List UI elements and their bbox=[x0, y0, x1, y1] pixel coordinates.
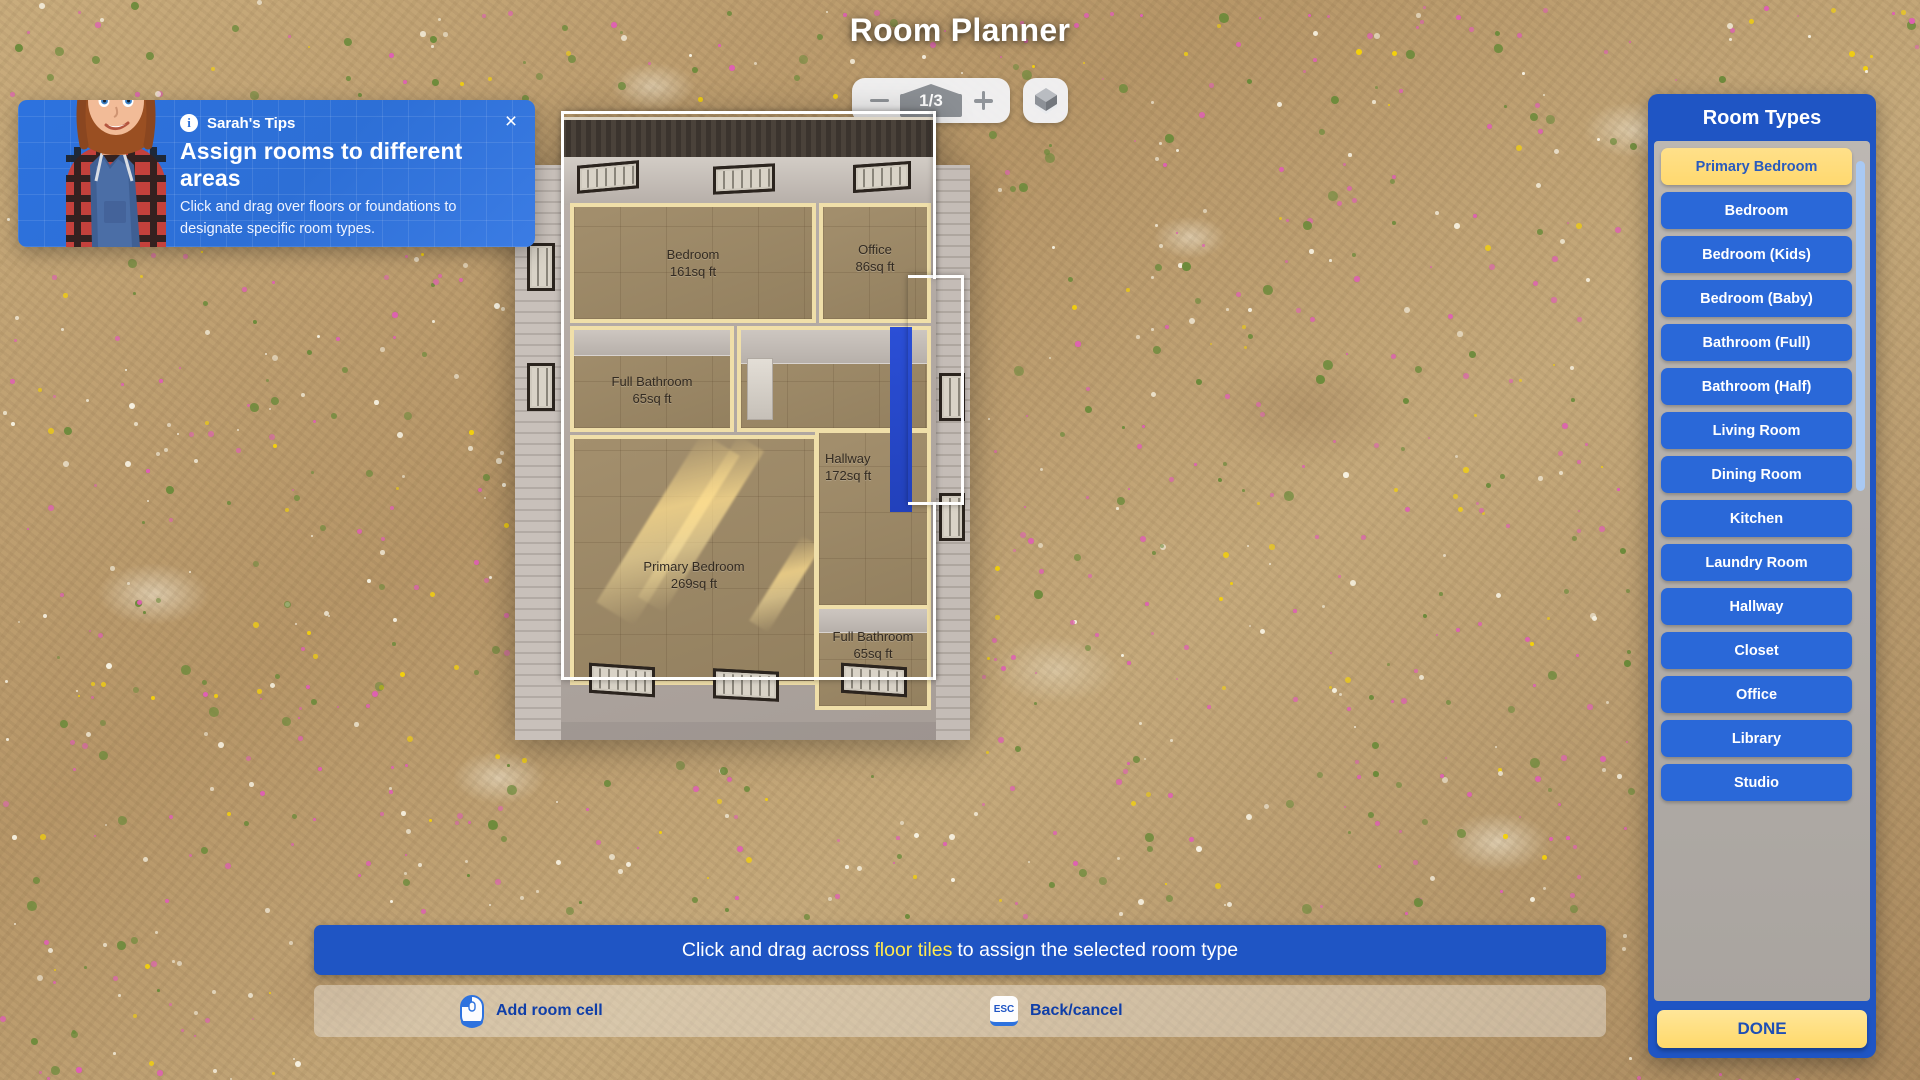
room-type-item[interactable]: Bathroom (Full) bbox=[1661, 324, 1852, 361]
room-type-item[interactable]: Bedroom (Baby) bbox=[1661, 280, 1852, 317]
room-type-item[interactable]: Living Room bbox=[1661, 412, 1852, 449]
room-bedroom[interactable]: Bedroom 161sq ft bbox=[570, 203, 816, 323]
room-type-item[interactable]: Laundry Room bbox=[1661, 544, 1852, 581]
room-bedroom-name: Bedroom bbox=[666, 247, 720, 262]
room-full-bathroom-lower-area: 65sq ft bbox=[853, 646, 893, 661]
floor-increase-button[interactable] bbox=[968, 86, 998, 116]
window-left-2 bbox=[527, 363, 555, 411]
room-full-bathroom-upper-area: 65sq ft bbox=[632, 391, 672, 406]
mouse-left-click-icon bbox=[460, 994, 484, 1028]
exterior-wall-right bbox=[936, 165, 970, 740]
tips-title: Assign rooms to different areas bbox=[180, 138, 463, 191]
room-types-title: Room Types bbox=[1702, 107, 1822, 129]
keyboard-key-icon: ESC bbox=[990, 996, 1018, 1026]
window-top-2 bbox=[713, 163, 775, 195]
hint-back-cancel-label: Back/cancel bbox=[1030, 1002, 1123, 1019]
instruction-bar: Click and drag across floor tiles to ass… bbox=[314, 925, 1606, 975]
done-button[interactable]: DONE bbox=[1657, 1010, 1867, 1048]
room-type-item[interactable]: Dining Room bbox=[1661, 456, 1852, 493]
tips-header: i Sarah's Tips bbox=[180, 114, 521, 132]
tips-panel: i Sarah's Tips Assign rooms to different… bbox=[18, 100, 535, 247]
window-bottom-1 bbox=[589, 662, 655, 698]
tips-kicker: Sarah's Tips bbox=[207, 114, 296, 132]
tips-description: Click and drag over floors or foundation… bbox=[180, 199, 457, 237]
floor-plan[interactable]: Bedroom 161sq ft Office 86sq ft Full Bat… bbox=[515, 105, 970, 740]
window-bottom-2 bbox=[713, 668, 779, 702]
minus-icon bbox=[869, 98, 889, 103]
room-type-item[interactable]: Primary Bedroom bbox=[1661, 148, 1852, 185]
close-icon[interactable]: × bbox=[499, 110, 523, 134]
room-primary-bedroom-area: 269sq ft bbox=[670, 576, 718, 591]
room-hallway-right[interactable]: Hallway 172sq ft bbox=[815, 429, 931, 609]
room-type-item[interactable]: Bathroom (Half) bbox=[1661, 368, 1852, 405]
hint-add-room-cell-label: Add room cell bbox=[496, 1002, 603, 1019]
instruction-highlight: floor tiles bbox=[874, 938, 953, 961]
scrollbar-thumb[interactable] bbox=[1856, 161, 1865, 491]
tips-content: i Sarah's Tips Assign rooms to different… bbox=[180, 110, 521, 247]
info-icon: i bbox=[180, 114, 198, 132]
room-type-item[interactable]: Kitchen bbox=[1661, 500, 1852, 537]
room-office-name: Office bbox=[858, 242, 892, 257]
room-types-list-container: Primary Bedroom Bedroom Bedroom (Kids) Bedr… bbox=[1654, 141, 1870, 1001]
window-top-3 bbox=[853, 160, 911, 194]
instruction-suffix: to assign the selected room type bbox=[957, 938, 1239, 961]
room-primary-bedroom-name: Primary Bedroom bbox=[643, 559, 745, 574]
window-right-2 bbox=[939, 493, 965, 541]
ceiling-bathroom-upper bbox=[574, 330, 730, 356]
room-full-bathroom-lower-name: Full Bathroom bbox=[832, 629, 914, 644]
room-full-bathroom-upper-name: Full Bathroom bbox=[611, 374, 693, 389]
room-types-panel: Room Types Primary Bedroom Bedroom Bedroom… bbox=[1648, 94, 1876, 1058]
plus-icon bbox=[973, 91, 993, 110]
room-types-list: Primary Bedroom Bedroom Bedroom (Kids) Bedr… bbox=[1654, 141, 1870, 1001]
room-primary-bedroom[interactable]: Primary Bedroom 269sq ft bbox=[570, 435, 818, 685]
door-hallway bbox=[747, 358, 773, 420]
sunbeam-1 bbox=[596, 439, 740, 626]
room-bedroom-area: 161sq ft bbox=[669, 264, 717, 279]
room-type-item[interactable]: Studio bbox=[1661, 764, 1852, 801]
room-type-item[interactable]: Hallway bbox=[1661, 588, 1852, 625]
room-type-item[interactable]: Closet bbox=[1661, 632, 1852, 669]
hint-bar: Add room cell ESC Back/cancel bbox=[314, 985, 1606, 1037]
hint-back-cancel: ESC Back/cancel bbox=[990, 996, 1123, 1026]
window-bottom-3 bbox=[841, 662, 907, 698]
room-office[interactable]: Office 86sq ft bbox=[819, 203, 931, 323]
avatar bbox=[66, 100, 166, 247]
room-type-item[interactable]: Bedroom bbox=[1661, 192, 1852, 229]
instruction-prefix: Click and drag across bbox=[681, 938, 870, 961]
room-full-bathroom-upper[interactable]: Full Bathroom 65sq ft bbox=[570, 326, 734, 432]
window-top-1 bbox=[577, 160, 639, 194]
view-toggle-button[interactable] bbox=[1023, 78, 1068, 123]
room-type-item[interactable]: Library bbox=[1661, 720, 1852, 757]
page-title: Room Planner bbox=[849, 12, 1071, 48]
door-blue-exterior bbox=[890, 327, 912, 512]
room-office-area: 86sq ft bbox=[855, 259, 895, 274]
room-type-item[interactable]: Bedroom (Kids) bbox=[1661, 236, 1852, 273]
window-left-1 bbox=[527, 243, 555, 291]
room-type-item[interactable]: Office bbox=[1661, 676, 1852, 713]
hint-add-room-cell: Add room cell bbox=[460, 994, 603, 1028]
cube-icon bbox=[1034, 88, 1057, 114]
window-right-1 bbox=[939, 373, 965, 421]
